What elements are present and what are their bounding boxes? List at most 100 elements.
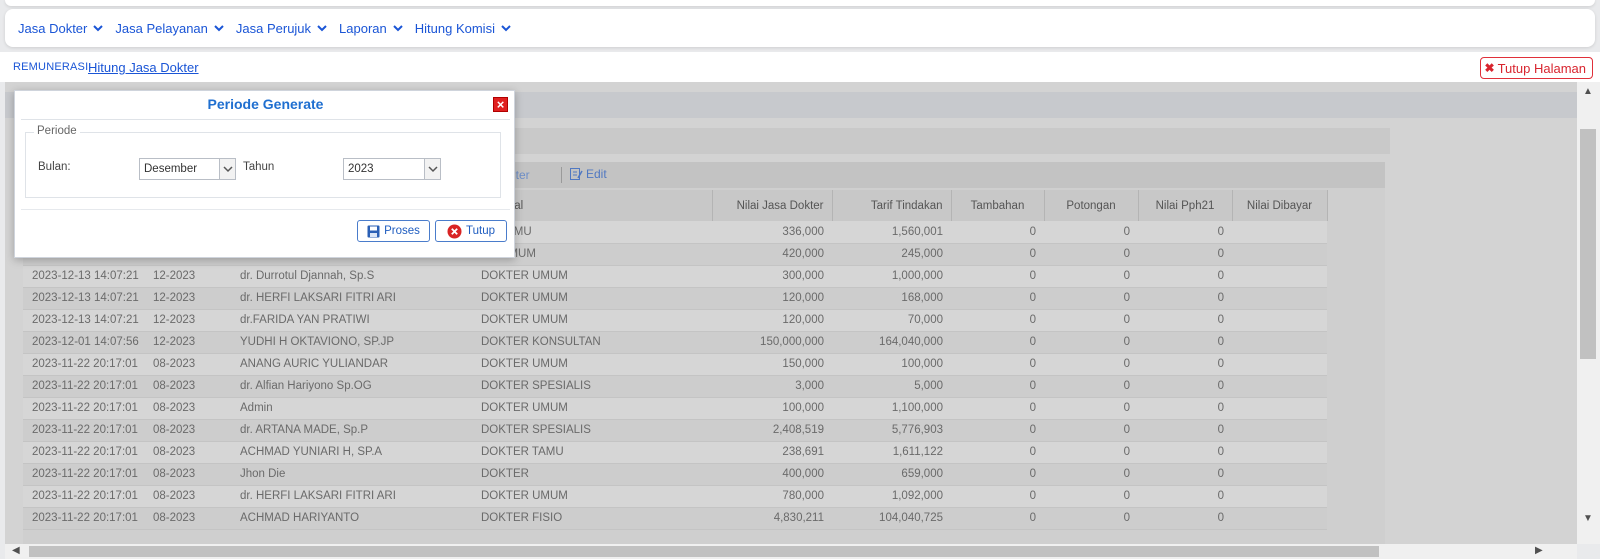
scroll-up-icon[interactable]: ▲ <box>1583 86 1593 97</box>
cell-pph21: 0 <box>1138 463 1232 486</box>
cell-dokter: dr. HERFI LAKSARI FITRI ARI <box>240 485 479 508</box>
tutup-button[interactable]: Tutup <box>435 220 507 242</box>
table-row[interactable]: 2023-12-13 14:07:21 12-2023 dr. HERFI LAKS… <box>23 287 1385 310</box>
proses-label: Proses <box>384 225 420 237</box>
row-filler <box>1327 221 1385 243</box>
table-row[interactable]: 2023-11-22 20:17:01 08-2023 Jhon Die DOKTER… <box>23 463 1385 486</box>
cell-dokter: ACHMAD HARIYANTO <box>240 507 479 530</box>
bulan-select[interactable]: Desember <box>139 158 236 180</box>
cell-profesi: DOKTER UMUM <box>479 485 712 508</box>
cell-tambahan: 0 <box>951 397 1044 420</box>
edit-icon <box>570 168 583 180</box>
table-row[interactable]: 2023-11-22 20:17:01 08-2023 ACHMAD HARIYAN… <box>23 507 1385 530</box>
table-row[interactable]: 2023-11-22 20:17:01 08-2023 ACHMAD YUNIARI… <box>23 441 1385 464</box>
chevron-down-icon[interactable] <box>424 159 440 179</box>
menu-jasa-pelayanan[interactable]: Jasa Pelayanan <box>115 21 226 36</box>
cell-pph21: 0 <box>1138 419 1232 442</box>
cell-pph21: 0 <box>1138 397 1232 420</box>
menu-jasa-perujuk[interactable]: Jasa Perujuk <box>236 21 329 36</box>
cell-dokter: ACHMAD YUNIARI H, SP.A <box>240 441 479 464</box>
cell-dibayar <box>1232 441 1327 464</box>
cell-dibayar <box>1232 331 1327 354</box>
cell-profesi: DOKTER SPESIALIS <box>479 419 712 442</box>
cell-jasa: 120,000 <box>712 309 832 332</box>
menu-jasa-dokter[interactable]: Jasa Dokter <box>18 21 105 36</box>
cell-tambahan: 0 <box>951 485 1044 508</box>
filter-button[interactable]: lter <box>513 168 530 182</box>
col-header[interactable]: Tarif Tindakan <box>832 190 952 221</box>
cell-tambahan: 0 <box>951 375 1044 398</box>
chevron-down-icon[interactable] <box>219 159 235 179</box>
chevron-down-icon <box>393 25 403 32</box>
row-filler <box>1327 463 1385 485</box>
col-header[interactable]: Potongan <box>1044 190 1139 221</box>
fieldset-legend: Periode <box>34 125 80 137</box>
menu-hitung-komisi[interactable]: Hitung Komisi <box>415 21 513 36</box>
tahun-select[interactable]: 2023 <box>343 158 441 180</box>
cell-periode: 08-2023 <box>153 375 240 398</box>
cell-dokter: dr. Alfian Hariyono Sp.OG <box>240 375 479 398</box>
table-row[interactable]: 2023-12-13 14:07:21 12-2023 dr. Durrotul D… <box>23 265 1385 288</box>
table-row[interactable]: 2023-11-22 20:17:01 08-2023 dr. HERFI LAKS… <box>23 485 1385 508</box>
menu-laporan[interactable]: Laporan <box>339 21 405 36</box>
cell-periode: 12-2023 <box>153 287 240 310</box>
scroll-left-icon[interactable]: ◀ <box>12 545 20 556</box>
breadcrumb-current[interactable]: Hitung Jasa Dokter <box>88 60 199 75</box>
cell-jasa: 336,000 <box>712 221 832 244</box>
cell-jasa: 400,000 <box>712 463 832 486</box>
close-icon[interactable]: × <box>493 97 508 112</box>
table-row[interactable]: 2023-12-01 14:07:56 12-2023 YUDHI H OKTAVI… <box>23 331 1385 354</box>
table-row[interactable]: 2023-11-22 20:17:01 08-2023 dr. Alfian Har… <box>23 375 1385 398</box>
col-header[interactable]: Nilai Pph21 <box>1138 190 1233 221</box>
scroll-right-icon[interactable]: ▶ <box>1535 545 1543 556</box>
cell-dokter: dr.FARIDA YAN PRATIWI <box>240 309 479 332</box>
cell-potongan: 0 <box>1044 441 1138 464</box>
cell-pph21: 0 <box>1138 243 1232 266</box>
scroll-thumb[interactable] <box>29 546 1379 557</box>
cell-tanggal: 2023-12-13 14:07:21 <box>23 309 153 332</box>
cell-profesi: DOKTER TAMU <box>479 441 712 464</box>
proses-button[interactable]: Proses <box>357 220 430 242</box>
close-page-button[interactable]: ✖ Tutup Halaman <box>1479 57 1593 79</box>
table-row[interactable]: 2023-12-13 14:07:21 12-2023 dr.FARIDA YAN … <box>23 309 1385 332</box>
table-row[interactable]: 2023-11-22 20:17:01 08-2023 dr. ARTANA MAD… <box>23 419 1385 442</box>
cell-dokter: dr. HERFI LAKSARI FITRI ARI <box>240 287 479 310</box>
chevron-down-icon <box>501 25 511 32</box>
breadcrumb: REMUNERASI Hitung Jasa Dokter ✖ Tutup Ha… <box>0 52 1600 82</box>
cell-tanggal: 2023-11-22 20:17:01 <box>23 441 153 464</box>
cell-dibayar <box>1232 397 1327 420</box>
cell-dokter: dr. ARTANA MADE, Sp.P <box>240 419 479 442</box>
cell-profesi: DOKTER <box>479 463 712 486</box>
cell-potongan: 0 <box>1044 375 1138 398</box>
cell-tanggal: 2023-12-13 14:07:21 <box>23 265 153 288</box>
scroll-thumb[interactable] <box>1580 129 1596 359</box>
horizontal-scrollbar[interactable]: ◀ ▶ <box>5 544 1577 559</box>
chevron-down-icon <box>93 25 104 32</box>
breadcrumb-root[interactable]: REMUNERASI <box>13 61 88 73</box>
cell-tarif: 70,000 <box>832 309 951 332</box>
col-header[interactable]: Nilai Jasa Dokter <box>712 190 833 221</box>
col-header[interactable]: Tambahan <box>951 190 1045 221</box>
cell-periode: 08-2023 <box>153 441 240 464</box>
menu-label: Hitung Komisi <box>414 20 495 36</box>
chevron-down-icon <box>317 25 327 32</box>
table-row[interactable]: 2023-11-22 20:17:01 08-2023 ANANG AURIC YU… <box>23 353 1385 376</box>
cell-tarif: 104,040,725 <box>832 507 951 530</box>
cell-tarif: 1,560,001 <box>832 221 951 244</box>
menu-label: Laporan <box>339 20 387 36</box>
table-row[interactable]: 2023-11-22 20:17:01 08-2023 Admin DOKTER UM… <box>23 397 1385 420</box>
cell-pph21: 0 <box>1138 507 1232 530</box>
cell-potongan: 0 <box>1044 485 1138 508</box>
cell-dokter: Jhon Die <box>240 463 479 486</box>
cell-periode: 08-2023 <box>153 463 240 486</box>
cell-tarif: 1,100,000 <box>832 397 951 420</box>
cell-pph21: 0 <box>1138 287 1232 310</box>
scroll-down-icon[interactable]: ▼ <box>1583 513 1593 524</box>
vertical-scrollbar[interactable]: ▲ ▼ <box>1577 82 1600 544</box>
tahun-label: Tahun <box>243 161 275 173</box>
col-header[interactable]: Nilai Dibayar <box>1232 190 1328 221</box>
edit-button[interactable]: Edit <box>569 167 607 181</box>
cell-jasa: 4,830,211 <box>712 507 832 530</box>
cell-tarif: 168,000 <box>832 287 951 310</box>
cell-profesi: DOKTER UMUM <box>479 353 712 376</box>
